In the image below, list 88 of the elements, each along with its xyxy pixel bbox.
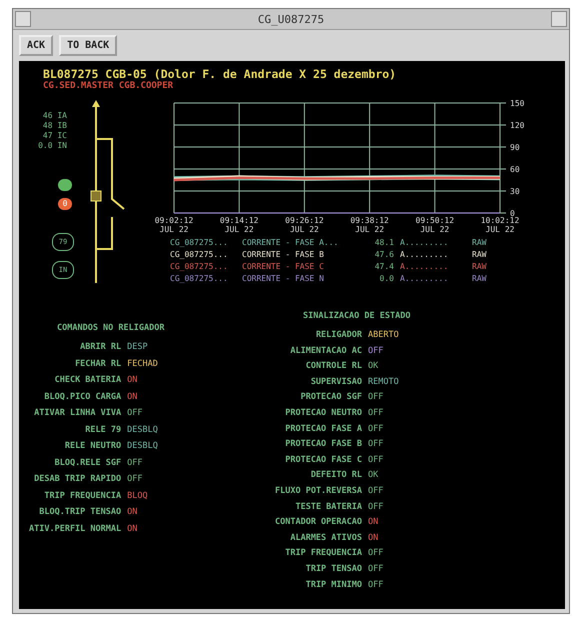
command-label: RELE NEUTRO — [64, 440, 122, 452]
status-label: TRIP FREQUENCIA — [284, 547, 362, 560]
status-label: RELIGADOR — [314, 329, 362, 341]
x-tick-label: 10:02:12 JUL 22 — [480, 216, 520, 234]
status-label: PROTECAO NEUTRO — [284, 406, 362, 419]
command-label: FECHAR RL — [74, 358, 122, 370]
point-value: 47.6 — [374, 249, 394, 261]
equipment-subtitle: CG.SED.MASTER CGB.COOPER — [42, 81, 174, 91]
point-id: CG_087275... — [170, 237, 229, 249]
status-label: SUPERVISAO — [310, 376, 362, 388]
status-label: TRIP TENSAO — [304, 562, 362, 575]
status-value: ON — [368, 516, 380, 528]
status-label: PROTECAO FASE A — [284, 422, 362, 435]
command-label: ATIVAR LINHA VIVA — [33, 407, 122, 419]
command-label: TRIP FREQUENCIA — [43, 490, 122, 502]
status-value: OK — [368, 469, 380, 482]
point-unit: A......... — [400, 261, 450, 273]
point-quality: RAW — [472, 249, 488, 261]
status-label: ALIMENTACAO AC — [289, 344, 362, 357]
status-value: OK — [368, 360, 380, 372]
command-label: DESAB TRIP RAPIDO — [33, 473, 122, 485]
status-label: TESTE BATERIA — [294, 500, 362, 513]
command-label: ABRIR RL — [79, 341, 122, 353]
y-tick-label: 120 — [510, 121, 524, 130]
point-value: 48.1 — [374, 237, 394, 249]
status-value: OFF — [368, 406, 384, 419]
command-label: CHECK BATERIA — [54, 374, 122, 386]
point-unit: A......... — [400, 249, 450, 261]
status-label: PROTECAO FASE B — [284, 438, 362, 450]
status-value: OFF — [368, 344, 384, 357]
x-tick-label: 09:02:12 JUL 22 — [154, 216, 194, 234]
status-value: ON — [368, 532, 380, 544]
point-name: CORRENTE - FASE C — [242, 261, 325, 273]
window-title: CG_U087275 — [256, 12, 326, 26]
status-value: OFF — [368, 500, 384, 513]
feeder-title: BL087275 CGB-05 (Dolor F. de Andrade X 25 dezembro) — [42, 67, 398, 81]
point-id: CG_087275... — [170, 261, 229, 273]
command-label: RELE 79 — [84, 424, 122, 436]
y-tick-label: 60 — [510, 165, 520, 174]
point-unit: A......... — [400, 237, 450, 249]
y-tick-label: 90 — [510, 143, 520, 152]
status-value: OFF — [368, 547, 384, 560]
x-tick-label: 09:50:12 JUL 22 — [416, 216, 454, 234]
status-value: OFF — [368, 578, 384, 590]
section-title: COMANDOS NO RELIGADOR — [56, 323, 166, 333]
point-id: CG_087275... — [170, 249, 229, 261]
point-quality: RAW — [472, 237, 488, 249]
status-label: PROTECAO SGF — [300, 391, 362, 404]
point-unit: A......... — [400, 273, 450, 285]
status-label: ALARMES ATIVOS — [289, 532, 362, 544]
point-quality: RAW — [472, 273, 488, 285]
status-label: FLUXO POT.REVERSA — [275, 484, 362, 497]
point-quality: RAW — [472, 261, 488, 273]
y-tick-label: 0 — [510, 209, 515, 218]
status-value: REMOTO — [368, 376, 399, 388]
command-label: ATIV.PERFIL NORMAL — [29, 522, 122, 534]
section-title: SINALIZACAO DE ESTADO — [302, 311, 410, 321]
point-name: CORRENTE - FASE B — [242, 249, 325, 261]
x-tick-label: 09:38:12 JUL 22 — [350, 216, 389, 234]
status-value: OFF — [368, 484, 384, 497]
point-value: 0.0 — [378, 273, 394, 285]
status-label: CONTROLE RL — [304, 360, 362, 372]
status-label: TRIP MINIMO — [304, 578, 362, 590]
status-label: PROTECAO FASE C — [284, 454, 362, 466]
status-value: OFF — [368, 454, 384, 466]
command-label: BLOQ.TRIP TENSAO — [38, 506, 122, 518]
current-reading: 47 IC — [42, 131, 67, 141]
y-tick-label: 30 — [510, 187, 520, 196]
current-reading: 48 IB — [42, 121, 67, 131]
point-name: CORRENTE - FASE N — [242, 273, 325, 285]
status-value: OFF — [368, 422, 384, 435]
x-tick-label: 09:26:12 JUL 22 — [285, 216, 324, 234]
point-id: CG_087275... — [170, 273, 229, 285]
status-indicator: 0 — [58, 198, 72, 210]
point-value: 47.4 — [374, 261, 394, 273]
status-value: ABERTO — [368, 329, 399, 341]
command-label: BLOQ.PICO CARGA — [43, 390, 122, 402]
current-reading: 46 IA — [42, 111, 67, 121]
command-label: BLOQ.RELE SGF — [54, 456, 122, 468]
point-name: CORRENTE - FASE A... — [242, 237, 340, 249]
status-value: OFF — [368, 562, 384, 575]
status-value: OFF — [368, 438, 384, 450]
status-value: OFF — [368, 391, 384, 404]
x-tick-label: 09:14:12 JUL 22 — [220, 216, 258, 234]
y-tick-label: 150 — [510, 99, 524, 108]
status-label: CONTADOR OPERACAO — [275, 516, 362, 528]
current-reading: 0.0 IN — [37, 141, 67, 151]
status-label: DEFEITO RL — [310, 469, 362, 482]
